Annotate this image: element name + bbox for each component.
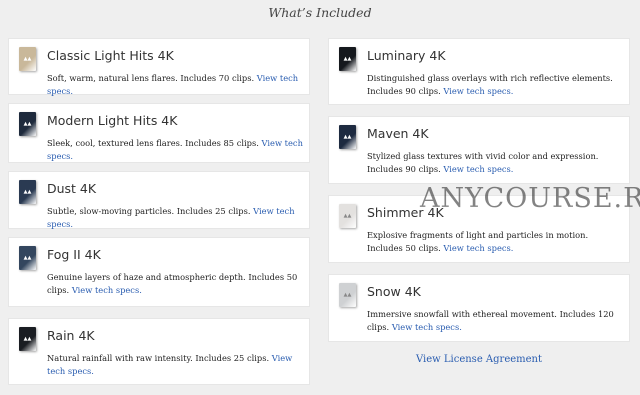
product-card: ▲▲ Modern Light Hits 4K Sleek, cool, tex… bbox=[8, 103, 310, 163]
product-box-icon: ▲▲ bbox=[339, 47, 356, 71]
product-title: Maven 4K bbox=[367, 126, 429, 141]
product-box-icon: ▲▲ bbox=[339, 125, 356, 149]
product-description: Immersive snowfall with ethereal movemen… bbox=[367, 308, 623, 333]
license-agreement-link[interactable]: View License Agreement bbox=[328, 354, 630, 365]
description-text: Natural rainfall with raw intensity. Inc… bbox=[47, 353, 270, 363]
product-title: Rain 4K bbox=[47, 328, 95, 343]
product-title: Snow 4K bbox=[367, 284, 421, 299]
product-description: Subtle, slow-moving particles. Includes … bbox=[47, 205, 303, 230]
product-description: Natural rainfall with raw intensity. Inc… bbox=[47, 352, 303, 377]
product-card: ▲▲ Rain 4K Natural rainfall with raw int… bbox=[8, 318, 310, 385]
product-box-icon: ▲▲ bbox=[339, 283, 356, 307]
product-title: Luminary 4K bbox=[367, 48, 446, 63]
product-description: Explosive fragments of light and particl… bbox=[367, 229, 623, 254]
section-heading: What’s Included bbox=[268, 5, 372, 20]
product-description: Stylized glass textures with vivid color… bbox=[367, 150, 623, 175]
product-box-icon: ▲▲ bbox=[19, 246, 36, 270]
product-title: Modern Light Hits 4K bbox=[47, 113, 178, 128]
product-card: ▲▲ Classic Light Hits 4K Soft, warm, nat… bbox=[8, 38, 310, 97]
product-box-icon: ▲▲ bbox=[19, 180, 36, 204]
tech-specs-link[interactable]: View tech specs. bbox=[443, 164, 513, 174]
product-card: ▲▲ Snow 4K Immersive snowfall with ether… bbox=[328, 274, 630, 342]
tech-specs-link[interactable]: View tech specs. bbox=[443, 243, 513, 253]
product-box-icon: ▲▲ bbox=[339, 204, 356, 228]
description-text: Sleek, cool, textured lens flares. Inclu… bbox=[47, 138, 259, 148]
product-card: ▲▲ Dust 4K Subtle, slow-moving particles… bbox=[8, 171, 310, 229]
product-description: Genuine layers of haze and atmospheric d… bbox=[47, 271, 303, 296]
product-title: Dust 4K bbox=[47, 181, 97, 196]
tech-specs-link[interactable]: View tech specs. bbox=[443, 86, 513, 96]
product-title: Classic Light Hits 4K bbox=[47, 48, 174, 63]
tech-specs-link[interactable]: View tech specs. bbox=[72, 285, 142, 295]
product-title: Fog II 4K bbox=[47, 247, 101, 262]
watermark: ANYCOURSE.RU bbox=[420, 183, 640, 214]
product-card: ▲▲ Fog II 4K Genuine layers of haze and … bbox=[8, 237, 310, 307]
product-description: Soft, warm, natural lens flares. Include… bbox=[47, 72, 303, 97]
product-card: ▲▲ Maven 4K Stylized glass textures with… bbox=[328, 116, 630, 184]
product-box-icon: ▲▲ bbox=[19, 47, 36, 71]
product-box-icon: ▲▲ bbox=[19, 112, 36, 136]
product-description: Distinguished glass overlays with rich r… bbox=[367, 72, 623, 97]
description-text: Subtle, slow-moving particles. Includes … bbox=[47, 206, 251, 216]
tech-specs-link[interactable]: View tech specs. bbox=[392, 322, 462, 332]
product-box-icon: ▲▲ bbox=[19, 327, 36, 351]
product-description: Sleek, cool, textured lens flares. Inclu… bbox=[47, 137, 303, 162]
product-card: ▲▲ Luminary 4K Distinguished glass overl… bbox=[328, 38, 630, 105]
description-text: Soft, warm, natural lens flares. Include… bbox=[47, 73, 255, 83]
